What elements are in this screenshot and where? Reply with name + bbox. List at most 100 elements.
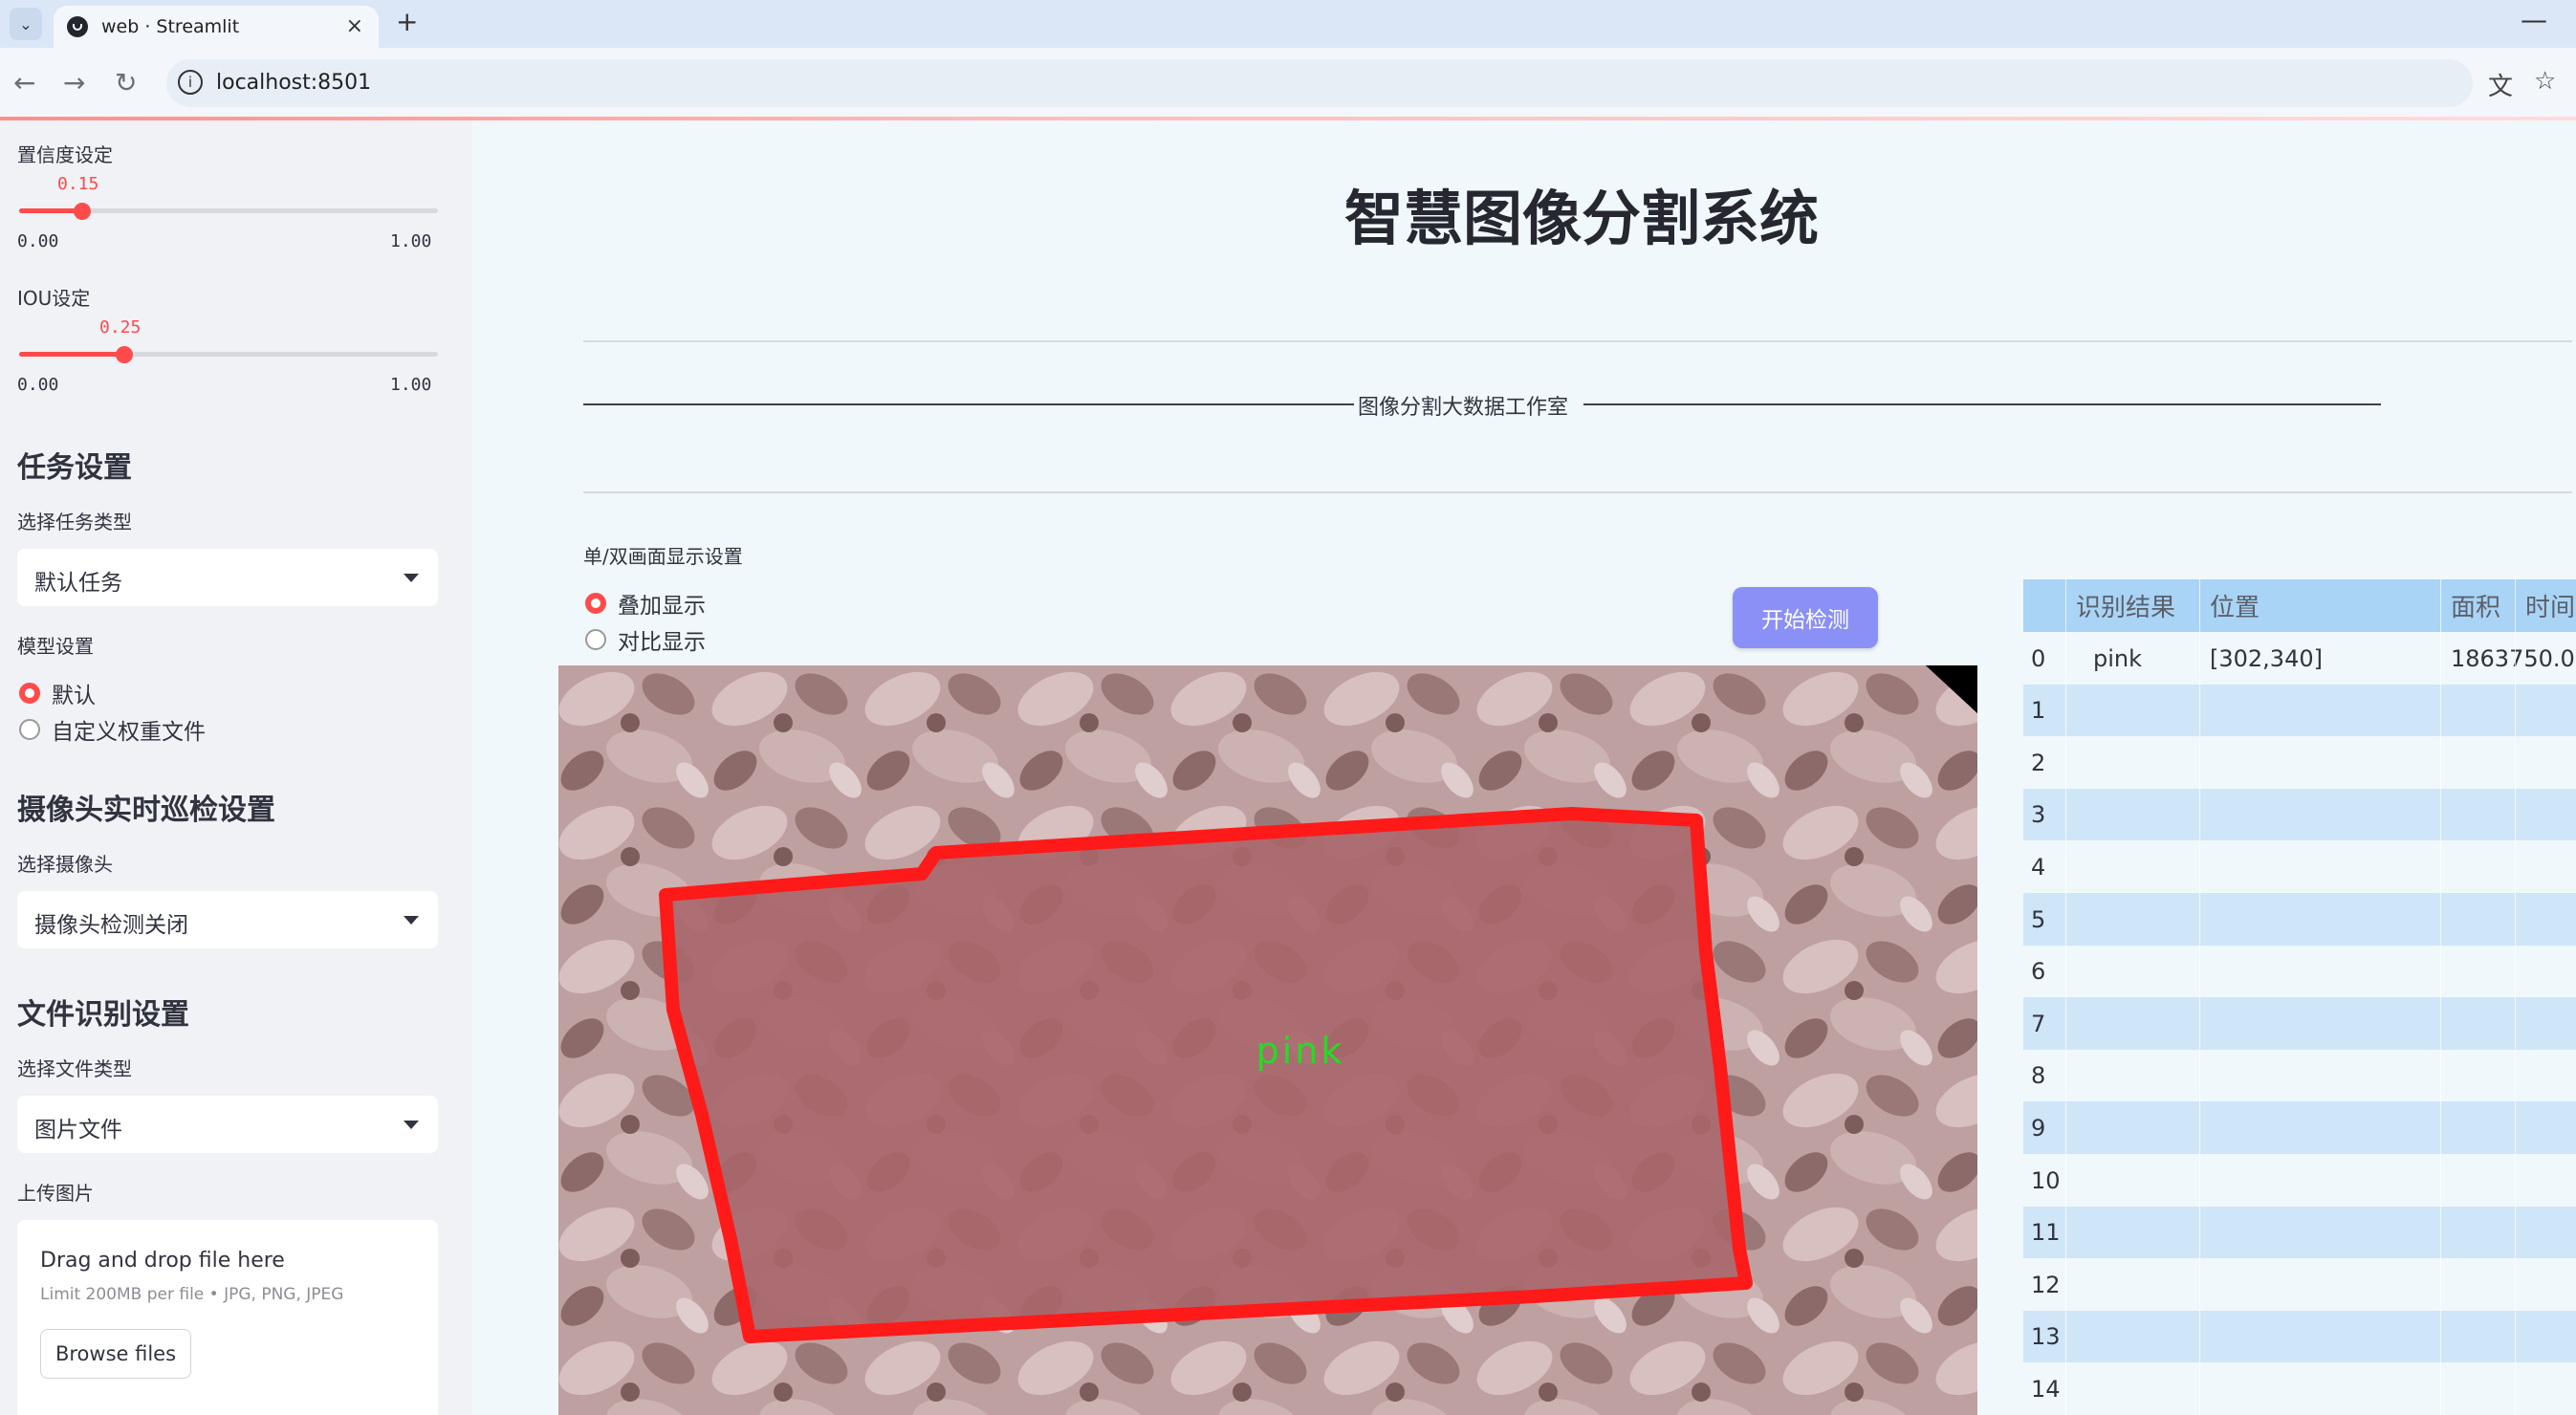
confidence-slider-thumb[interactable] bbox=[73, 203, 91, 220]
table-cell bbox=[2515, 893, 2576, 946]
table-cell bbox=[2199, 684, 2440, 737]
table-cell bbox=[2515, 840, 2576, 894]
table-cell bbox=[2440, 945, 2515, 998]
table-cell: 12 bbox=[2031, 1271, 2061, 1298]
table-row: 12 bbox=[2023, 1258, 2576, 1312]
table-cell bbox=[2199, 1206, 2440, 1259]
table-cell bbox=[2065, 893, 2199, 946]
bookmark-star-icon[interactable]: ☆ bbox=[2534, 67, 2556, 96]
table-cell bbox=[2065, 1362, 2199, 1415]
table-cell bbox=[2440, 1362, 2515, 1415]
site-info-icon[interactable]: i bbox=[178, 70, 203, 95]
table-row: 13 bbox=[2023, 1310, 2576, 1363]
display-mode-label: 单/双画面显示设置 bbox=[583, 545, 743, 568]
browse-files-button[interactable]: Browse files bbox=[40, 1329, 191, 1379]
browser-tab[interactable]: web · Streamlit × bbox=[54, 6, 379, 48]
model-option-label: 自定义权重文件 bbox=[52, 720, 206, 745]
studio-banner: 图像分割大数据工作室 bbox=[583, 390, 2381, 421]
model-option-default[interactable]: 默认 bbox=[19, 677, 96, 709]
display-option-compare[interactable]: 对比显示 bbox=[585, 623, 706, 656]
table-cell bbox=[2065, 997, 2199, 1051]
table-cell bbox=[2440, 1101, 2515, 1155]
upload-label: 上传图片 bbox=[17, 1182, 94, 1205]
back-icon[interactable]: ← bbox=[13, 67, 35, 98]
table-cell bbox=[2515, 945, 2576, 998]
studio-text: 图像分割大数据工作室 bbox=[1356, 390, 1571, 421]
table-cell bbox=[2199, 997, 2440, 1051]
table-cell: 7 bbox=[2031, 1010, 2046, 1037]
iou-slider-thumb[interactable] bbox=[115, 346, 133, 363]
table-cell: 4 bbox=[2031, 853, 2046, 881]
display-option-overlay[interactable]: 叠加显示 bbox=[585, 587, 706, 620]
file-type-label: 选择文件类型 bbox=[17, 1057, 132, 1080]
table-cell bbox=[2440, 893, 2515, 946]
table-cell bbox=[2515, 1258, 2576, 1312]
confidence-value: 0.15 bbox=[57, 174, 99, 194]
file-dropzone[interactable]: Drag and drop file here Limit 200MB per … bbox=[17, 1220, 438, 1415]
table-cell bbox=[2515, 736, 2576, 790]
table-row: 0 pink [302,340] 1863750.05 bbox=[2023, 632, 2576, 685]
model-option-custom[interactable]: 自定义权重文件 bbox=[19, 713, 206, 746]
table-row: 1 bbox=[2023, 684, 2576, 737]
dropzone-text: Drag and drop file here bbox=[40, 1249, 285, 1273]
radio-unselected-icon[interactable] bbox=[585, 629, 606, 650]
divider bbox=[583, 491, 2572, 493]
table-cell: 6 bbox=[2031, 958, 2046, 986]
table-row: 6 bbox=[2023, 945, 2576, 998]
table-cell bbox=[2199, 1101, 2440, 1155]
address-bar[interactable]: i localhost:8501 bbox=[166, 59, 2473, 107]
table-cell bbox=[2440, 1258, 2515, 1312]
table-row: 4 bbox=[2023, 840, 2576, 894]
new-tab-icon[interactable]: + bbox=[396, 6, 418, 37]
table-row: 3 bbox=[2023, 788, 2576, 841]
task-type-select[interactable]: 默认任务 bbox=[17, 549, 438, 606]
url-text[interactable]: localhost:8501 bbox=[216, 71, 371, 95]
table-cell bbox=[2440, 1206, 2515, 1259]
table-cell bbox=[2199, 840, 2440, 894]
table-cell bbox=[2065, 1049, 2199, 1102]
radio-selected-icon[interactable] bbox=[585, 593, 606, 614]
table-cell: 1863750.05 bbox=[2440, 632, 2576, 685]
table-cell bbox=[2515, 997, 2576, 1051]
table-cell bbox=[2199, 1258, 2440, 1312]
camera-select[interactable]: 摄像头检测关闭 bbox=[17, 891, 438, 948]
table-cell bbox=[2199, 788, 2440, 841]
table-cell: 5 bbox=[2031, 905, 2046, 933]
streamlit-favicon-icon bbox=[67, 16, 88, 37]
model-label: 模型设置 bbox=[17, 635, 94, 658]
detection-image-viewer: pink bbox=[558, 665, 1977, 1415]
table-cell bbox=[2065, 1310, 2199, 1363]
detection-label: pink bbox=[1256, 1030, 1345, 1072]
table-row: 9 bbox=[2023, 1101, 2576, 1155]
display-option-label: 叠加显示 bbox=[618, 594, 706, 619]
radio-selected-icon[interactable] bbox=[19, 683, 40, 704]
task-type-value: 默认任务 bbox=[34, 571, 122, 596]
display-option-label: 对比显示 bbox=[618, 630, 706, 655]
table-cell bbox=[2440, 736, 2515, 790]
radio-unselected-icon[interactable] bbox=[19, 719, 40, 740]
start-detection-button[interactable]: 开始检测 bbox=[1733, 587, 1878, 648]
table-cell bbox=[2065, 1101, 2199, 1155]
table-cell bbox=[2515, 788, 2576, 841]
iou-slider-fill bbox=[19, 352, 124, 357]
minimize-icon[interactable]: — bbox=[2521, 4, 2547, 35]
table-cell bbox=[2440, 788, 2515, 841]
table-cell bbox=[2065, 1154, 2199, 1207]
table-cell bbox=[2515, 1154, 2576, 1207]
forward-icon[interactable]: → bbox=[63, 67, 85, 98]
table-cell: 11 bbox=[2031, 1219, 2061, 1247]
table-cell: 10 bbox=[2031, 1166, 2061, 1194]
table-cell bbox=[2515, 1362, 2576, 1415]
table-row: 5 bbox=[2023, 893, 2576, 946]
tab-search-icon[interactable]: ⌄ bbox=[10, 8, 42, 40]
table-header-cell: 时间 bbox=[2515, 579, 2576, 632]
banner-dash-left bbox=[583, 403, 1354, 405]
translate-icon[interactable]: 文 bbox=[2488, 67, 2513, 102]
reload-icon[interactable]: ↻ bbox=[115, 67, 137, 98]
table-cell: 14 bbox=[2031, 1375, 2061, 1403]
table-cell bbox=[2199, 1310, 2440, 1363]
confidence-max: 1.00 bbox=[390, 231, 432, 251]
main-content: 智慧图像分割系统 图像分割大数据工作室 单/双画面显示设置 叠加显示 对比显示 … bbox=[472, 120, 2576, 1415]
file-type-select[interactable]: 图片文件 bbox=[17, 1096, 438, 1153]
tab-close-icon[interactable]: × bbox=[346, 14, 363, 38]
